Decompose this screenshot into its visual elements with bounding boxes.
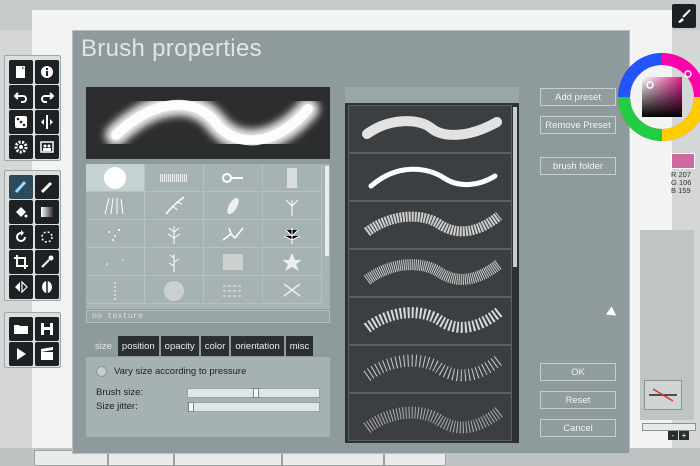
- zoom-out-button[interactable]: -: [668, 431, 678, 440]
- tab-opacity[interactable]: opacity: [160, 336, 199, 356]
- brush-tile[interactable]: [263, 248, 322, 276]
- brush-stroke-preview: [86, 87, 330, 159]
- tab-position[interactable]: position: [117, 336, 159, 356]
- preset-item[interactable]: [348, 105, 512, 153]
- brush-tile[interactable]: [204, 220, 263, 248]
- tab-misc[interactable]: misc: [285, 336, 314, 356]
- brush-library-grid: [86, 164, 330, 309]
- preset-item[interactable]: [348, 201, 512, 249]
- property-tabs: size position opacity color orientation …: [91, 336, 314, 356]
- pencil-icon[interactable]: [35, 175, 59, 199]
- preset-item[interactable]: [348, 297, 512, 345]
- brush-tile[interactable]: [145, 192, 204, 220]
- grid-scrollbar[interactable]: [325, 166, 329, 256]
- preset-list: [345, 87, 519, 443]
- settings-icon[interactable]: [9, 135, 33, 159]
- brush-tile-round[interactable]: [86, 164, 145, 192]
- layers-icon[interactable]: [35, 135, 59, 159]
- remove-preset-button[interactable]: Remove Preset: [540, 116, 616, 134]
- play-icon[interactable]: [9, 342, 33, 366]
- brush-size-mini-slider[interactable]: [642, 423, 696, 431]
- brush-tile[interactable]: [204, 248, 263, 276]
- reset-button[interactable]: Reset: [540, 391, 616, 409]
- lasso-icon[interactable]: [35, 225, 59, 249]
- filter-icon[interactable]: [35, 275, 59, 299]
- tab-color[interactable]: color: [200, 336, 230, 356]
- eyedropper-icon[interactable]: [35, 250, 59, 274]
- tool-group-media: [4, 312, 61, 368]
- brush-tile[interactable]: [204, 276, 263, 304]
- brush-tile[interactable]: [263, 220, 322, 248]
- ok-button[interactable]: OK: [540, 363, 616, 381]
- info-icon[interactable]: [35, 60, 59, 84]
- tab-orientation[interactable]: orientation: [231, 336, 284, 356]
- new-layer-icon[interactable]: [9, 60, 33, 84]
- redo-icon[interactable]: [35, 85, 59, 109]
- brush-tile[interactable]: [204, 192, 263, 220]
- brush-tile[interactable]: [263, 164, 322, 192]
- brush-tile[interactable]: [263, 192, 322, 220]
- zoom-in-button[interactable]: +: [679, 431, 689, 440]
- preset-item[interactable]: [348, 153, 512, 201]
- clapper-icon[interactable]: [35, 342, 59, 366]
- brush-tile[interactable]: [145, 276, 204, 304]
- size-jitter-knob[interactable]: [188, 402, 194, 412]
- add-preset-button[interactable]: Add preset: [540, 88, 616, 106]
- crop-icon[interactable]: [9, 250, 33, 274]
- brush-icon[interactable]: [9, 175, 33, 199]
- pressure-option-label: Vary size according to pressure: [114, 366, 247, 377]
- preset-scrollbar[interactable]: [513, 107, 517, 267]
- save-icon[interactable]: [35, 317, 59, 341]
- cancel-button[interactable]: Cancel: [540, 419, 616, 437]
- texture-selector[interactable]: no texture: [86, 310, 330, 323]
- preset-list-header: [345, 87, 519, 103]
- preset-item[interactable]: [348, 249, 512, 297]
- brush-tile[interactable]: [204, 164, 263, 192]
- brush-tile[interactable]: [86, 276, 145, 304]
- undo-icon[interactable]: [9, 85, 33, 109]
- rotate-icon[interactable]: [9, 225, 33, 249]
- brush-tile[interactable]: [86, 248, 145, 276]
- tab-size[interactable]: size: [91, 336, 116, 356]
- symmetry-icon[interactable]: [35, 110, 59, 134]
- brush-tile[interactable]: [263, 276, 322, 304]
- brush-folder-button[interactable]: brush folder: [540, 157, 616, 175]
- b-value: 159: [678, 186, 691, 195]
- dice-icon[interactable]: [9, 110, 33, 134]
- color-wheel[interactable]: [616, 42, 700, 152]
- gradient-icon[interactable]: [35, 200, 59, 224]
- brush-size-slider[interactable]: [187, 388, 320, 398]
- brush-tile[interactable]: [145, 248, 204, 276]
- flip-icon[interactable]: [9, 275, 33, 299]
- brush-mini-preview[interactable]: [644, 380, 682, 410]
- pressure-radio[interactable]: [96, 366, 107, 377]
- preset-item[interactable]: [348, 345, 512, 393]
- brush-settings-icon[interactable]: [672, 4, 696, 28]
- brush-size-knob[interactable]: [253, 388, 259, 398]
- size-properties-panel: Vary size according to pressure Brush si…: [86, 357, 330, 437]
- size-jitter-slider[interactable]: [187, 402, 320, 412]
- brush-size-label: Brush size:: [96, 387, 143, 398]
- rgb-readout: R 207 G 106 B 159: [671, 171, 691, 195]
- size-jitter-label: Size jitter:: [96, 401, 138, 412]
- mini-zoom-controls: - +: [668, 431, 689, 440]
- tool-group-drawing: [4, 170, 61, 301]
- folder-icon[interactable]: [9, 317, 33, 341]
- dialog-title: Brush properties: [81, 35, 262, 62]
- brush-properties-dialog: Brush properties no texture size positio…: [72, 30, 630, 454]
- current-color-swatch[interactable]: [671, 153, 695, 169]
- brush-tile[interactable]: [86, 220, 145, 248]
- brush-tile[interactable]: [86, 192, 145, 220]
- brush-tile[interactable]: [145, 164, 204, 192]
- fill-icon[interactable]: [9, 200, 33, 224]
- pressure-option[interactable]: Vary size according to pressure: [96, 366, 246, 377]
- b-label: B: [671, 186, 677, 195]
- preset-item[interactable]: [348, 393, 512, 441]
- brush-tile[interactable]: [145, 220, 204, 248]
- tool-group-file: [4, 55, 61, 161]
